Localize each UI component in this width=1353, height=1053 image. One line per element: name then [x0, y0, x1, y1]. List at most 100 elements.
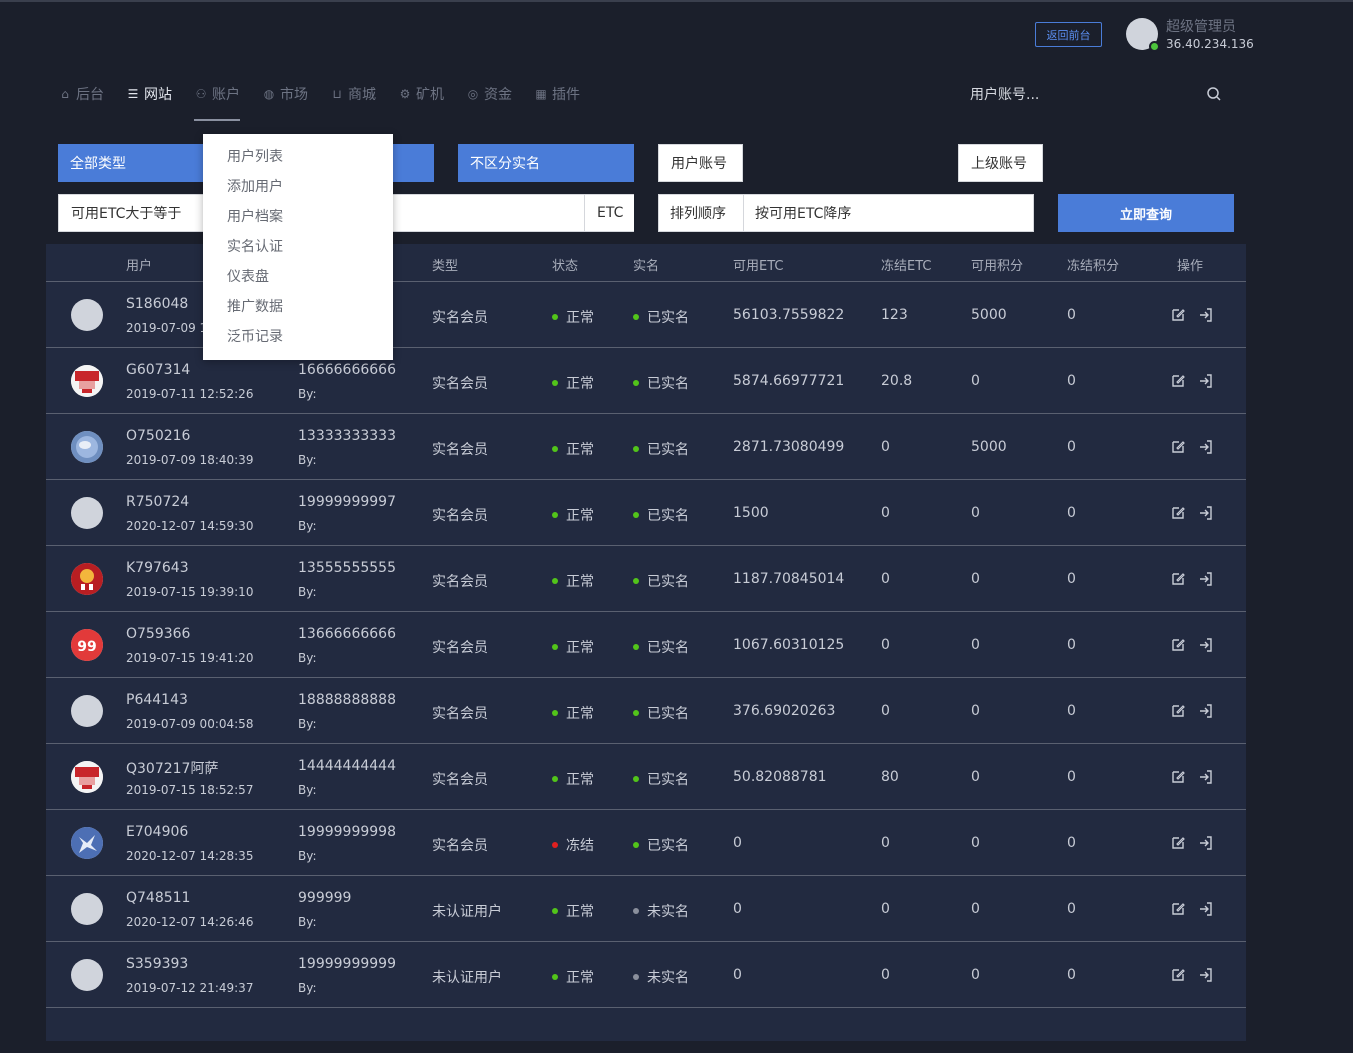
edit-icon[interactable] [1170, 835, 1186, 851]
user-referrer: By: [298, 783, 317, 797]
status-label: 冻结 [566, 838, 594, 854]
edit-icon[interactable] [1170, 769, 1186, 785]
login-icon[interactable] [1198, 769, 1214, 785]
table-row[interactable]: Q307217阿萨 2019-07-15 18:52:57 14444444444 B… [46, 744, 1246, 810]
query-button[interactable]: 立即查询 [1058, 194, 1234, 232]
nav-item-1[interactable]: ☰ 网站 [126, 84, 172, 104]
realname-select[interactable]: 不区分实名 [458, 144, 634, 182]
user-id[interactable]: S359393 [126, 956, 188, 972]
frozen-points: 0 [1067, 307, 1076, 323]
nav-item-7[interactable]: ▦ 插件 [534, 84, 580, 104]
available-etc: 1500 [733, 505, 769, 521]
edit-icon[interactable] [1170, 901, 1186, 917]
frozen-points: 0 [1067, 901, 1076, 917]
edit-icon[interactable] [1170, 307, 1186, 323]
user-id[interactable]: E704906 [126, 824, 188, 840]
edit-icon[interactable] [1170, 967, 1186, 983]
user-id[interactable]: S186048 [126, 296, 188, 312]
user-account-input[interactable]: 用户账号 [658, 144, 743, 182]
realname-label: 已实名 [647, 838, 689, 854]
dropdown-item[interactable]: 推广数据 [203, 294, 393, 324]
login-icon[interactable] [1198, 439, 1214, 455]
search-input[interactable]: 用户账号... [970, 84, 1039, 104]
user-avatar [71, 563, 103, 595]
edit-icon[interactable] [1170, 637, 1186, 653]
table-row[interactable]: S359393 2019-07-12 21:49:37 19999999999 By:… [46, 942, 1246, 1008]
user-id[interactable]: K797643 [126, 560, 189, 576]
user-status: 正常 [552, 439, 594, 459]
user-type: 未认证用户 [432, 904, 502, 920]
status-dot [552, 644, 558, 650]
login-icon[interactable] [1198, 901, 1214, 917]
grid-icon: ▦ [535, 87, 547, 101]
realname-label: 已实名 [647, 706, 689, 722]
account-dropdown-menu: 用户列表 添加用户 用户档案 实名认证 仪表盘 推广数据 泛币记录 [203, 134, 393, 360]
login-icon[interactable] [1198, 571, 1214, 587]
dropdown-item[interactable]: 用户档案 [203, 204, 393, 234]
user-id[interactable]: Q307217阿萨 [126, 758, 218, 778]
search-icon[interactable] [1206, 86, 1222, 102]
nav-item-2[interactable]: ⚇ 账户 [194, 84, 240, 121]
table-row[interactable]: P644143 2019-07-09 00:04:58 18888888888 By:… [46, 678, 1246, 744]
dropdown-item[interactable]: 添加用户 [203, 174, 393, 204]
user-type: 实名会员 [432, 706, 488, 722]
parent-account-input[interactable]: 上级账号 [958, 144, 1043, 182]
user-avatar [71, 497, 103, 529]
frozen-points: 0 [1067, 505, 1076, 521]
table-row[interactable]: K797643 2019-07-15 19:39:10 13555555555 By:… [46, 546, 1246, 612]
user-id[interactable]: O759366 [126, 626, 190, 642]
user-id[interactable]: Q748511 [126, 890, 190, 906]
dropdown-item[interactable]: 泛币记录 [203, 324, 393, 354]
frozen-etc: 0 [881, 703, 890, 719]
dropdown-item[interactable]: 实名认证 [203, 234, 393, 264]
login-icon[interactable] [1198, 967, 1214, 983]
dropdown-item[interactable]: 仪表盘 [203, 264, 393, 294]
user-phone: 13666666666 [298, 626, 396, 642]
login-icon[interactable] [1198, 505, 1214, 521]
login-icon[interactable] [1198, 307, 1214, 323]
sort-value[interactable]: 按可用ETC降序 [744, 195, 1033, 231]
admin-name: 超级管理员 [1166, 19, 1236, 35]
sort-select[interactable]: 排列顺序 按可用ETC降序 [658, 194, 1034, 232]
cart-icon: ⊔ [332, 87, 342, 101]
login-icon[interactable] [1198, 703, 1214, 719]
status-dot [552, 380, 558, 386]
user-id[interactable]: G607314 [126, 362, 190, 378]
edit-icon[interactable] [1170, 439, 1186, 455]
login-icon[interactable] [1198, 637, 1214, 653]
table-row[interactable]: R750724 2020-12-07 14:59:30 19999999997 By:… [46, 480, 1246, 546]
nav-item-4[interactable]: ⊔ 商城 [330, 84, 376, 104]
status-label: 正常 [566, 640, 594, 656]
main-nav: ⌂ 后台 ☰ 网站 ⚇ 账户 ◍ 市场 ⊔ 商城 ⚙ 矿机 ◎ 资金 ▦ 插件 [58, 84, 602, 121]
user-phone: 13555555555 [298, 560, 396, 576]
user-type: 实名会员 [432, 574, 488, 590]
nav-item-0[interactable]: ⌂ 后台 [58, 84, 104, 104]
user-id[interactable]: P644143 [126, 692, 188, 708]
user-phone: 13333333333 [298, 428, 396, 444]
table-row[interactable]: 99 O759366 2019-07-15 19:41:20 13666666666 B… [46, 612, 1246, 678]
edit-icon[interactable] [1170, 703, 1186, 719]
nav-item-3[interactable]: ◍ 市场 [262, 84, 308, 104]
column-header: 操作 [1177, 259, 1204, 274]
user-id[interactable]: O750216 [126, 428, 190, 444]
column-header: 类型 [432, 259, 459, 274]
user-id[interactable]: R750724 [126, 494, 189, 510]
user-avatar [71, 761, 103, 793]
status-dot [552, 314, 558, 320]
nav-item-5[interactable]: ⚙ 矿机 [398, 84, 444, 104]
return-frontend-button[interactable]: 返回前台 [1035, 22, 1102, 47]
table-row[interactable]: Q748511 2020-12-07 14:26:46 999999 By: 未认证用户… [46, 876, 1246, 942]
realname-dot [633, 578, 639, 584]
realname-dot [633, 776, 639, 782]
login-icon[interactable] [1198, 373, 1214, 389]
edit-icon[interactable] [1170, 571, 1186, 587]
realname-label: 已实名 [647, 772, 689, 788]
dropdown-item[interactable]: 用户列表 [203, 144, 393, 174]
table-row[interactable]: E704906 2020-12-07 14:28:35 19999999998 By:… [46, 810, 1246, 876]
table-row[interactable]: O750216 2019-07-09 18:40:39 13333333333 By:… [46, 414, 1246, 480]
edit-icon[interactable] [1170, 505, 1186, 521]
nav-item-6[interactable]: ◎ 资金 [466, 84, 512, 104]
edit-icon[interactable] [1170, 373, 1186, 389]
login-icon[interactable] [1198, 835, 1214, 851]
realname-dot [633, 644, 639, 650]
